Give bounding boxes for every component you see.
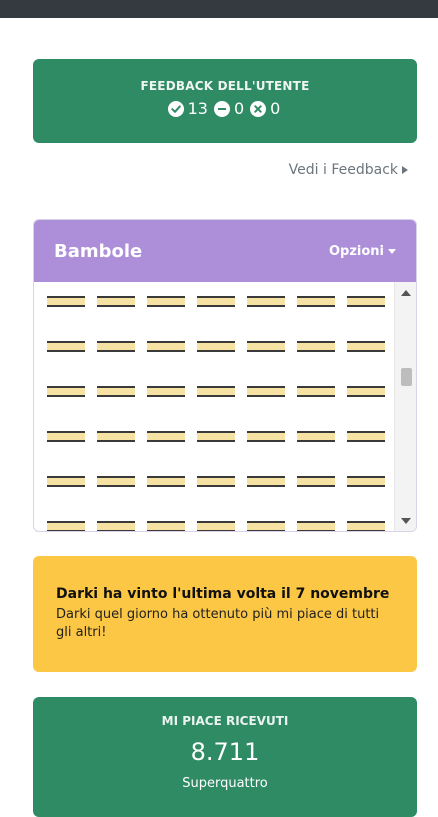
scroll-down-arrow-icon[interactable] — [401, 518, 411, 524]
dolls-grid — [47, 296, 393, 531]
doll-item[interactable] — [347, 521, 385, 531]
likes-value: 8.711 — [190, 738, 260, 766]
doll-item[interactable] — [147, 521, 185, 531]
doll-item[interactable] — [47, 521, 85, 531]
doll-item[interactable] — [197, 386, 235, 397]
doll-item[interactable] — [147, 431, 185, 442]
doll-item[interactable] — [347, 476, 385, 487]
feedback-neutral-count: 0 — [233, 99, 245, 118]
view-feedback-link[interactable]: Vedi i Feedback — [289, 162, 408, 178]
minus-circle-icon — [213, 100, 230, 117]
doll-item[interactable] — [97, 296, 135, 307]
doll-item[interactable] — [197, 431, 235, 442]
dolls-title: Bambole — [54, 240, 143, 262]
options-dropdown-button[interactable]: Opzioni — [329, 244, 396, 259]
doll-item[interactable] — [47, 386, 85, 397]
x-circle-icon — [250, 100, 267, 117]
doll-item[interactable] — [147, 341, 185, 352]
feedback-neutral: 0 — [213, 99, 245, 118]
doll-item[interactable] — [247, 431, 285, 442]
doll-item[interactable] — [297, 341, 335, 352]
doll-item[interactable] — [97, 476, 135, 487]
doll-item[interactable] — [347, 386, 385, 397]
dolls-header: Bambole Opzioni — [34, 220, 416, 282]
likes-received-card: MI PIACE RICEVUTI 8.711 Superquattro — [33, 697, 417, 817]
doll-item[interactable] — [297, 431, 335, 442]
doll-item[interactable] — [97, 341, 135, 352]
feedback-title: FEEDBACK DELL'UTENTE — [140, 79, 310, 93]
likes-label: MI PIACE RICEVUTI — [161, 714, 289, 728]
doll-item[interactable] — [97, 521, 135, 531]
likes-subtitle: Superquattro — [182, 776, 268, 791]
scrollbar-thumb[interactable] — [401, 368, 412, 386]
winner-description: Darki quel giorno ha ottenuto più mi pia… — [56, 607, 380, 640]
scrollbar[interactable] — [394, 282, 416, 531]
doll-item[interactable] — [247, 341, 285, 352]
doll-item[interactable] — [47, 296, 85, 307]
doll-item[interactable] — [347, 341, 385, 352]
doll-item[interactable] — [147, 476, 185, 487]
doll-item[interactable] — [97, 386, 135, 397]
doll-item[interactable] — [247, 296, 285, 307]
doll-item[interactable] — [147, 296, 185, 307]
dolls-scroll-area[interactable] — [34, 282, 416, 531]
doll-item[interactable] — [147, 386, 185, 397]
doll-item[interactable] — [297, 476, 335, 487]
check-circle-icon — [167, 100, 184, 117]
feedback-card: FEEDBACK DELL'UTENTE 13 0 0 — [33, 59, 417, 143]
doll-item[interactable] — [197, 341, 235, 352]
doll-item[interactable] — [297, 521, 335, 531]
doll-item[interactable] — [347, 431, 385, 442]
doll-item[interactable] — [47, 476, 85, 487]
doll-item[interactable] — [47, 431, 85, 442]
doll-item[interactable] — [97, 431, 135, 442]
doll-item[interactable] — [247, 521, 285, 531]
caret-down-icon — [388, 248, 396, 254]
doll-item[interactable] — [247, 476, 285, 487]
feedback-negative: 0 — [250, 99, 280, 118]
options-label: Opzioni — [328, 243, 384, 259]
doll-item[interactable] — [247, 386, 285, 397]
feedback-counts: 13 0 0 — [33, 99, 417, 118]
doll-item[interactable] — [47, 341, 85, 352]
doll-item[interactable] — [297, 386, 335, 397]
doll-item[interactable] — [347, 296, 385, 307]
scroll-up-arrow-icon[interactable] — [401, 290, 411, 296]
last-winner-card: Darki ha vinto l'ultima volta il 7 novem… — [33, 556, 417, 672]
caret-right-icon — [402, 166, 408, 174]
doll-item[interactable] — [197, 296, 235, 307]
doll-item[interactable] — [197, 476, 235, 487]
winner-title: Darki ha vinto l'ultima volta il 7 novem… — [56, 586, 390, 602]
feedback-positive-count: 13 — [187, 99, 208, 118]
view-feedback-label: Vedi i Feedback — [288, 162, 398, 178]
dolls-card: Bambole Opzioni — [33, 219, 417, 532]
doll-item[interactable] — [197, 521, 235, 531]
feedback-positive: 13 — [167, 99, 208, 118]
top-navbar — [0, 0, 438, 18]
feedback-negative-count: 0 — [270, 99, 281, 118]
doll-item[interactable] — [297, 296, 335, 307]
